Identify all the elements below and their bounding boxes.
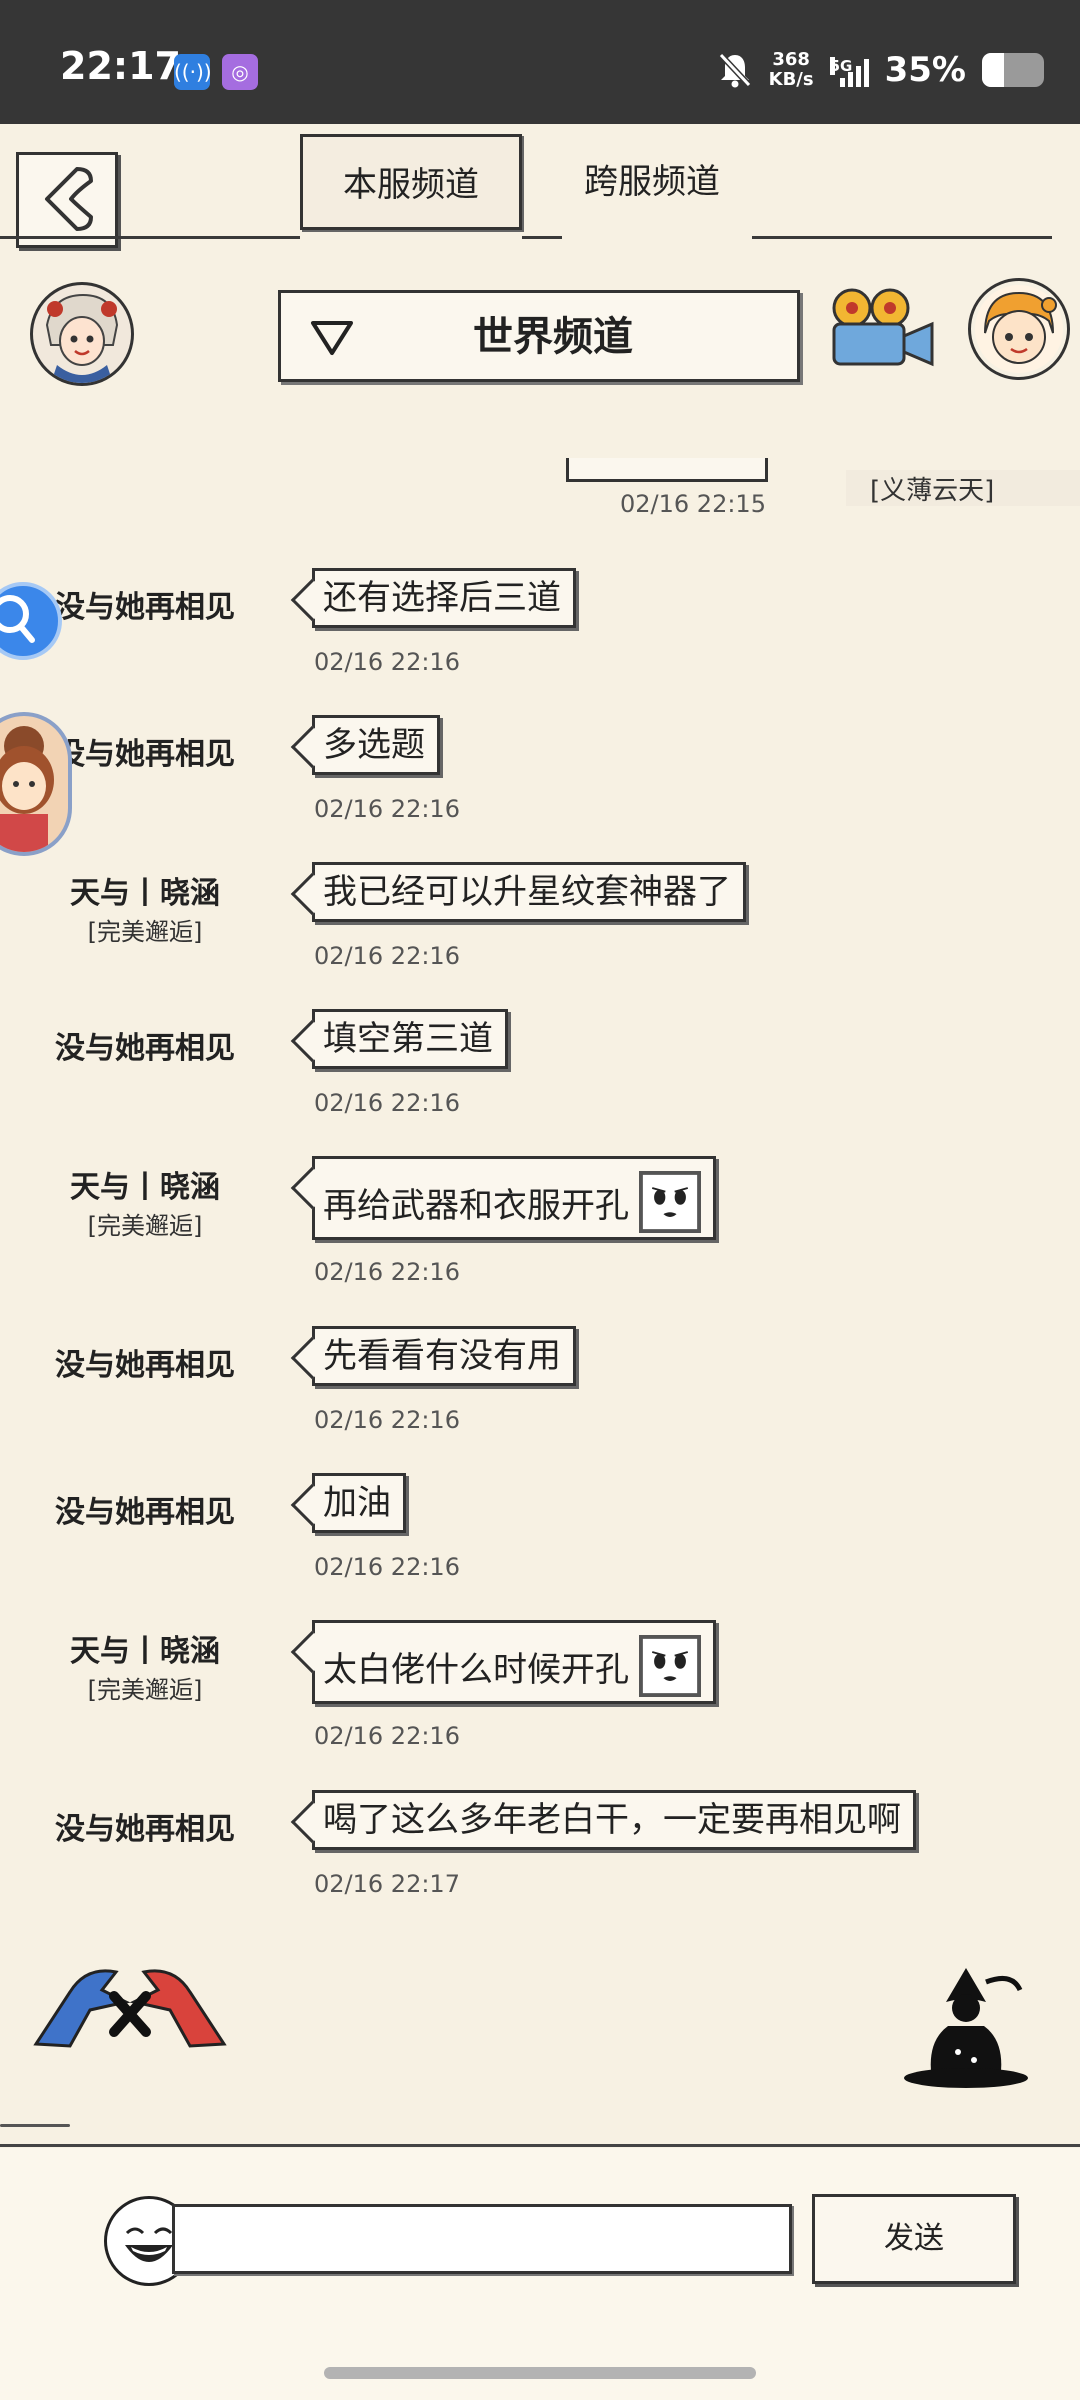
send-button[interactable]: 发送 [812, 2194, 1016, 2284]
bottom-divider [0, 2144, 1080, 2147]
message-text: 加油 [323, 1483, 391, 1523]
message-sender[interactable]: 天与丨晓涵 [0, 1626, 290, 1670]
pvp-emblem-icon[interactable] [30, 1956, 230, 2052]
float-avatar-button[interactable] [0, 712, 72, 856]
message-sender-tag: [完美邂逅] [87, 918, 203, 946]
channel-dropdown-label: 世界频道 [473, 314, 633, 360]
message-sender[interactable]: 天与丨晓涵 [0, 868, 290, 912]
message-sender[interactable]: 没与她再相见 [0, 1340, 290, 1384]
message-time: 02/16 22:16 [314, 1258, 460, 1286]
message-row: 没与她再相见 还有选择后三道 02/16 22:16 [0, 560, 1080, 707]
message-sender-tag: [完美邂逅] [87, 1676, 203, 1704]
meditating-figure-icon[interactable] [902, 1962, 1032, 2088]
message-time: 02/16 22:16 [314, 1406, 460, 1434]
app-icon: ◎ [222, 54, 258, 90]
player-avatar-image [45, 293, 119, 383]
girl-float-avatar-icon [0, 726, 54, 852]
partial-bubble [566, 458, 768, 482]
status-bar: 22:17 ((·)) ◎ 368 KB/s 5G 35% [0, 0, 1080, 124]
message-sender[interactable]: 没与她再相见 [0, 1023, 290, 1067]
message-text: 还有选择后三道 [323, 578, 561, 618]
back-arrow-icon [45, 167, 93, 231]
message-row: 天与丨晓涵 [完美邂逅] 太白佬什么时候开孔 02/16 22:16 [0, 1612, 1080, 1782]
player-avatar[interactable] [30, 282, 134, 386]
message-text: 太白佬什么时候开孔 [323, 1650, 629, 1690]
back-button[interactable] [16, 152, 118, 248]
message-time: 02/16 22:16 [314, 648, 460, 676]
hotspot-icon: ((·)) [174, 54, 212, 90]
message-text: 喝了这么多年老白干，一定要再相见啊 [323, 1800, 901, 1840]
message-bubble[interactable]: 填空第三道 [290, 1009, 508, 1069]
message-row: 没与她再相见 加油 02/16 22:16 [0, 1465, 1080, 1612]
message-bubble[interactable]: 还有选择后三道 [290, 568, 576, 628]
message-time: 02/16 22:16 [314, 795, 460, 823]
message-bubble[interactable]: 多选题 [290, 715, 440, 775]
header-divider-left [0, 236, 300, 239]
battery-fill [982, 53, 1004, 87]
message-sender-tag: [完美邂逅] [87, 1212, 203, 1240]
message-row: 没与她再相见 多选题 02/16 22:16 [0, 707, 1080, 854]
message-text: 再给武器和衣服开孔 [323, 1186, 629, 1226]
home-indicator[interactable] [324, 2367, 756, 2379]
message-time: 02/16 22:17 [314, 1870, 460, 1898]
header-divider-mid [522, 236, 562, 239]
battery-percent: 35% [884, 50, 966, 90]
search-icon [0, 595, 35, 643]
app-screen: 22:17 ((·)) ◎ 368 KB/s 5G 35% 本服频道 跨服频道 … [0, 0, 1080, 2400]
sticker-face-icon[interactable] [639, 1171, 701, 1233]
girl-avatar-icon [975, 285, 1063, 373]
network-type: 5G [829, 57, 853, 75]
search-float-button[interactable] [0, 582, 62, 660]
status-right: 368 KB/s 5G 35% [717, 42, 1044, 98]
tab-cross-server[interactable]: 跨服频道 [552, 134, 752, 230]
net-speed: 368 KB/s [769, 50, 814, 90]
video-camera-icon[interactable] [828, 286, 936, 372]
signal-icon: 5G [829, 53, 869, 87]
message-time: 02/16 22:16 [314, 1722, 460, 1750]
message-row: 没与她再相见 填空第三道 02/16 22:16 [0, 1001, 1080, 1148]
mute-bell-icon [718, 52, 751, 88]
message-text: 先看看有没有用 [323, 1336, 561, 1376]
message-time: 02/16 22:16 [314, 942, 460, 970]
assistant-avatar[interactable] [968, 278, 1070, 380]
clock: 22:17 [60, 44, 181, 88]
message-input[interactable] [172, 2204, 792, 2274]
message-row: 没与她再相见 先看看有没有用 02/16 22:16 [0, 1318, 1080, 1465]
message-bubble[interactable]: 太白佬什么时候开孔 [290, 1620, 716, 1704]
partial-message-time: 02/16 22:15 [620, 490, 766, 518]
message-time: 02/16 22:16 [314, 1553, 460, 1581]
message-row: 天与丨晓涵 [完美邂逅] 我已经可以升星纹套神器了 02/16 22:16 [0, 854, 1080, 1001]
header-divider-right [752, 236, 1052, 239]
message-text: 我已经可以升星纹套神器了 [323, 872, 731, 912]
net-speed-value: 368 [772, 49, 810, 70]
message-bubble[interactable]: 喝了这么多年老白干，一定要再相见啊 [290, 1790, 916, 1850]
message-row: 天与丨晓涵 [完美邂逅] 再给武器和衣服开孔 02/16 22:16 [0, 1148, 1080, 1318]
message-text: 填空第三道 [323, 1019, 493, 1059]
tab-local-server[interactable]: 本服频道 [300, 134, 522, 230]
message-sender[interactable]: 没与她再相见 [0, 1487, 290, 1531]
message-bubble[interactable]: 加油 [290, 1473, 406, 1533]
message-sender[interactable]: 天与丨晓涵 [0, 1162, 290, 1206]
message-text: 多选题 [323, 725, 425, 765]
battery-icon [982, 53, 1044, 87]
channel-dropdown[interactable]: 世界频道 [278, 290, 800, 382]
message-bubble[interactable]: 再给武器和衣服开孔 [290, 1156, 716, 1240]
message-bubble[interactable]: 先看看有没有用 [290, 1326, 576, 1386]
message-sender[interactable]: 没与她再相见 [0, 1804, 290, 1848]
net-speed-unit: KB/s [768, 69, 814, 90]
message-time: 02/16 22:16 [314, 1089, 460, 1117]
sticker-face-icon[interactable] [639, 1635, 701, 1697]
message-bubble[interactable]: 我已经可以升星纹套神器了 [290, 862, 746, 922]
partial-message-sender: [义薄云天] [870, 476, 995, 506]
message-row: 没与她再相见 喝了这么多年老白干，一定要再相见啊 02/16 22:17 [0, 1782, 1080, 1929]
bottom-divider-flourish [0, 2124, 70, 2127]
